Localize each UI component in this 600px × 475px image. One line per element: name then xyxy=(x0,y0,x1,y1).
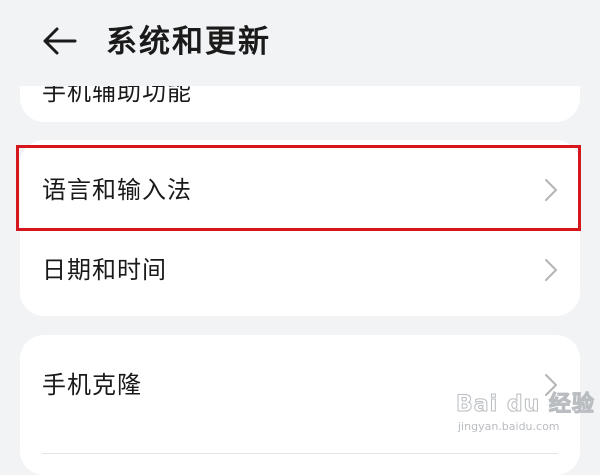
settings-card-top: 手机辅助功能 xyxy=(20,86,580,122)
list-item-label: 手机克隆 xyxy=(42,371,142,399)
settings-card-clone: 手机克隆 xyxy=(20,335,580,475)
back-button[interactable] xyxy=(36,20,82,62)
list-item-phone-clone[interactable]: 手机克隆 xyxy=(20,341,580,429)
chevron-right-icon xyxy=(545,179,557,201)
list-item-partial[interactable]: 手机辅助功能 xyxy=(42,86,192,107)
settings-card-language-date: 语言和输入法 日期和时间 xyxy=(20,140,580,316)
chevron-right-icon xyxy=(545,259,557,281)
arrow-left-icon xyxy=(43,27,77,55)
list-item-label: 语言和输入法 xyxy=(42,176,192,204)
page-title: 系统和更新 xyxy=(106,24,271,60)
divider xyxy=(42,453,558,454)
header-bar: 系统和更新 xyxy=(0,0,600,85)
chevron-right-icon xyxy=(545,374,557,396)
list-item-date-time[interactable]: 日期和时间 xyxy=(20,226,580,314)
list-item-label: 日期和时间 xyxy=(42,256,167,284)
list-item-language-input[interactable]: 语言和输入法 xyxy=(20,146,580,234)
